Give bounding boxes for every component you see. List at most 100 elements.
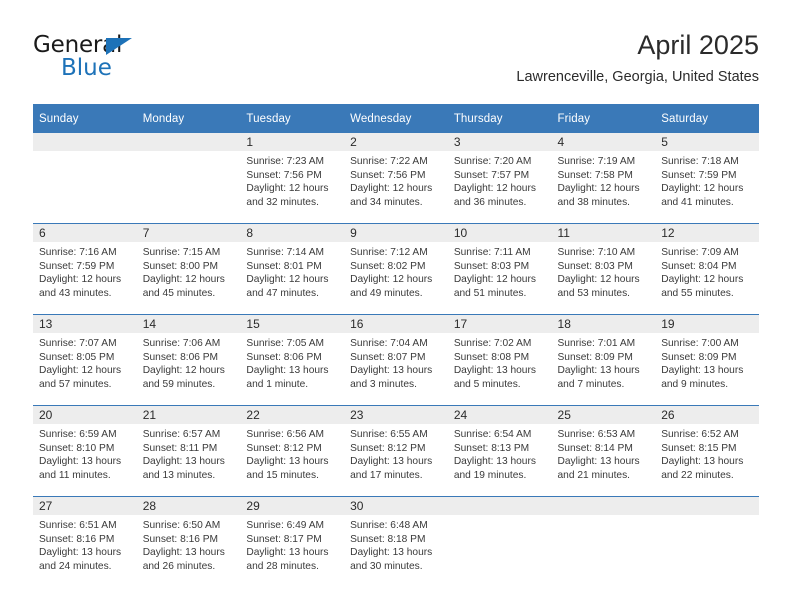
day-sun-info: Sunrise: 7:11 AM Sunset: 8:03 PM Daylight:… bbox=[448, 242, 552, 300]
page-subtitle: Lawrenceville, Georgia, United States bbox=[516, 69, 759, 85]
day-sun-info: Sunrise: 6:53 AM Sunset: 8:14 PM Daylight:… bbox=[552, 424, 656, 482]
sunrise-text: Sunrise: 6:56 AM bbox=[246, 429, 324, 440]
day-cell-inner: 12 Sunrise: 7:09 AM Sunset: 8:04 PM Dayligh… bbox=[655, 224, 759, 314]
calendar-day-cell[interactable]: 21 Sunrise: 6:57 AM Sunset: 8:11 PM Dayligh… bbox=[136, 405, 241, 497]
day-sun-info: Sunrise: 7:15 AM Sunset: 8:00 PM Daylight:… bbox=[137, 242, 241, 300]
logo-text-blue: Blue bbox=[61, 55, 112, 81]
day-sun-info: Sunrise: 7:02 AM Sunset: 8:08 PM Daylight:… bbox=[448, 333, 552, 391]
day-number: 8 bbox=[240, 224, 345, 242]
day-cell-inner: 20 Sunrise: 6:59 AM Sunset: 8:10 PM Dayligh… bbox=[33, 406, 137, 496]
daylight-text: Daylight: 12 hours and 38 minutes. bbox=[557, 183, 640, 208]
sunrise-text: Sunrise: 6:55 AM bbox=[350, 429, 428, 440]
day-number: 23 bbox=[344, 406, 448, 424]
page-header: General Blue April 2025 Lawrenceville, G… bbox=[33, 28, 759, 98]
calendar-day-cell[interactable]: 7 Sunrise: 7:15 AM Sunset: 8:00 PM Daylight… bbox=[136, 223, 241, 315]
day-number: 17 bbox=[447, 315, 552, 333]
calendar-day-cell[interactable]: 1 Sunrise: 7:23 AM Sunset: 7:56 PM Daylight… bbox=[240, 133, 345, 224]
day-number bbox=[551, 497, 656, 515]
calendar-day-cell[interactable]: 14 Sunrise: 7:06 AM Sunset: 8:06 PM Dayligh… bbox=[136, 314, 241, 406]
calendar-day-cell[interactable]: 18 Sunrise: 7:01 AM Sunset: 8:09 PM Dayligh… bbox=[551, 314, 656, 406]
day-sun-info: Sunrise: 6:51 AM Sunset: 8:16 PM Daylight:… bbox=[33, 515, 137, 573]
day-cell-inner bbox=[551, 497, 656, 587]
calendar-day-cell-empty bbox=[551, 496, 656, 587]
sunrise-text: Sunrise: 6:50 AM bbox=[142, 520, 221, 531]
day-number: 3 bbox=[447, 133, 552, 151]
calendar-day-cell[interactable]: 6 Sunrise: 7:16 AM Sunset: 7:59 PM Daylight… bbox=[33, 223, 137, 315]
sunrise-text: Sunrise: 6:54 AM bbox=[453, 429, 532, 440]
day-sun-info: Sunrise: 7:06 AM Sunset: 8:06 PM Daylight:… bbox=[137, 333, 241, 391]
calendar-day-cell[interactable]: 27 Sunrise: 6:51 AM Sunset: 8:16 PM Dayligh… bbox=[33, 496, 137, 587]
sunrise-text: Sunrise: 7:23 AM bbox=[246, 156, 324, 167]
day-sun-info: Sunrise: 7:04 AM Sunset: 8:07 PM Daylight:… bbox=[344, 333, 448, 391]
day-number: 5 bbox=[655, 133, 759, 151]
calendar-day-cell[interactable]: 3 Sunrise: 7:20 AM Sunset: 7:57 PM Daylight… bbox=[447, 133, 552, 224]
calendar-day-cell[interactable]: 13 Sunrise: 7:07 AM Sunset: 8:05 PM Dayligh… bbox=[33, 314, 137, 406]
calendar-day-cell[interactable]: 5 Sunrise: 7:18 AM Sunset: 7:59 PM Daylight… bbox=[655, 133, 759, 224]
day-sun-info: Sunrise: 7:20 AM Sunset: 7:57 PM Daylight:… bbox=[448, 151, 552, 209]
daylight-text: Daylight: 13 hours and 21 minutes. bbox=[557, 456, 640, 481]
calendar-day-cell[interactable]: 17 Sunrise: 7:02 AM Sunset: 8:08 PM Dayligh… bbox=[447, 314, 552, 406]
daylight-text: Daylight: 13 hours and 19 minutes. bbox=[453, 456, 536, 481]
page-title: April 2025 bbox=[637, 30, 759, 60]
calendar-day-cell[interactable]: 4 Sunrise: 7:19 AM Sunset: 7:58 PM Daylight… bbox=[551, 133, 656, 224]
calendar-day-cell[interactable]: 2 Sunrise: 7:22 AM Sunset: 7:56 PM Daylight… bbox=[344, 133, 448, 224]
sunrise-text: Sunrise: 7:15 AM bbox=[142, 247, 221, 258]
calendar-day-cell-empty bbox=[33, 133, 137, 224]
weekday-header-friday: Friday bbox=[551, 104, 656, 133]
calendar-day-cell[interactable]: 28 Sunrise: 6:50 AM Sunset: 8:16 PM Dayligh… bbox=[136, 496, 241, 587]
calendar-day-cell[interactable]: 20 Sunrise: 6:59 AM Sunset: 8:10 PM Dayligh… bbox=[33, 405, 137, 497]
day-sun-info: Sunrise: 6:52 AM Sunset: 8:15 PM Daylight:… bbox=[655, 424, 759, 482]
calendar-day-cell[interactable]: 16 Sunrise: 7:04 AM Sunset: 8:07 PM Dayligh… bbox=[344, 314, 448, 406]
calendar-day-cell[interactable]: 25 Sunrise: 6:53 AM Sunset: 8:14 PM Dayligh… bbox=[551, 405, 656, 497]
calendar-day-cell[interactable]: 10 Sunrise: 7:11 AM Sunset: 8:03 PM Dayligh… bbox=[447, 223, 552, 315]
calendar-day-cell[interactable]: 29 Sunrise: 6:49 AM Sunset: 8:17 PM Dayligh… bbox=[240, 496, 345, 587]
sunset-text: Sunset: 8:17 PM bbox=[246, 533, 322, 545]
day-sun-info: Sunrise: 6:48 AM Sunset: 8:18 PM Daylight:… bbox=[344, 515, 448, 573]
sunset-text: Sunset: 8:12 PM bbox=[246, 442, 322, 454]
day-cell-inner: 7 Sunrise: 7:15 AM Sunset: 8:00 PM Daylight… bbox=[136, 224, 241, 314]
sunset-text: Sunset: 8:03 PM bbox=[557, 260, 633, 272]
sunrise-text: Sunrise: 7:05 AM bbox=[246, 338, 324, 349]
daylight-text: Daylight: 13 hours and 9 minutes. bbox=[661, 365, 744, 390]
calendar-day-cell[interactable]: 22 Sunrise: 6:56 AM Sunset: 8:12 PM Dayligh… bbox=[240, 405, 345, 497]
calendar-day-cell[interactable]: 15 Sunrise: 7:05 AM Sunset: 8:06 PM Dayligh… bbox=[240, 314, 345, 406]
daylight-text: Daylight: 12 hours and 55 minutes. bbox=[661, 274, 744, 299]
sunset-text: Sunset: 8:15 PM bbox=[661, 442, 737, 454]
logo-triangle-icon bbox=[106, 38, 132, 55]
calendar-day-cell[interactable]: 8 Sunrise: 7:14 AM Sunset: 8:01 PM Daylight… bbox=[240, 223, 345, 315]
weekday-header-tuesday: Tuesday bbox=[240, 104, 345, 133]
sunrise-text: Sunrise: 6:57 AM bbox=[142, 429, 221, 440]
day-sun-info: Sunrise: 7:23 AM Sunset: 7:56 PM Daylight:… bbox=[240, 151, 344, 209]
sunset-text: Sunset: 8:05 PM bbox=[39, 351, 115, 363]
day-cell-inner: 5 Sunrise: 7:18 AM Sunset: 7:59 PM Daylight… bbox=[655, 133, 759, 223]
calendar-day-cell[interactable]: 24 Sunrise: 6:54 AM Sunset: 8:13 PM Dayligh… bbox=[447, 405, 552, 497]
calendar-week-row: 6 Sunrise: 7:16 AM Sunset: 7:59 PM Daylight… bbox=[33, 223, 759, 315]
sunrise-text: Sunrise: 7:12 AM bbox=[350, 247, 428, 258]
calendar-day-cell[interactable]: 19 Sunrise: 7:00 AM Sunset: 8:09 PM Dayligh… bbox=[655, 314, 759, 406]
calendar-day-cell[interactable]: 26 Sunrise: 6:52 AM Sunset: 8:15 PM Dayligh… bbox=[655, 405, 759, 497]
calendar-day-cell[interactable]: 11 Sunrise: 7:10 AM Sunset: 8:03 PM Dayligh… bbox=[551, 223, 656, 315]
sunset-text: Sunset: 8:09 PM bbox=[661, 351, 737, 363]
day-sun-info: Sunrise: 6:59 AM Sunset: 8:10 PM Daylight:… bbox=[33, 424, 137, 482]
daylight-text: Daylight: 12 hours and 32 minutes. bbox=[246, 183, 329, 208]
day-sun-info: Sunrise: 7:05 AM Sunset: 8:06 PM Daylight:… bbox=[240, 333, 344, 391]
sunrise-text: Sunrise: 7:09 AM bbox=[661, 247, 739, 258]
day-number: 2 bbox=[344, 133, 448, 151]
day-cell-inner: 3 Sunrise: 7:20 AM Sunset: 7:57 PM Daylight… bbox=[447, 133, 552, 223]
calendar-day-cell[interactable]: 12 Sunrise: 7:09 AM Sunset: 8:04 PM Dayligh… bbox=[655, 223, 759, 315]
day-number: 9 bbox=[344, 224, 448, 242]
sunset-text: Sunset: 8:18 PM bbox=[350, 533, 426, 545]
day-number: 28 bbox=[136, 497, 241, 515]
daylight-text: Daylight: 12 hours and 41 minutes. bbox=[661, 183, 744, 208]
sunset-text: Sunset: 8:02 PM bbox=[350, 260, 426, 272]
calendar-day-cell[interactable]: 23 Sunrise: 6:55 AM Sunset: 8:12 PM Dayligh… bbox=[344, 405, 448, 497]
day-number: 30 bbox=[344, 497, 448, 515]
calendar-day-cell[interactable]: 30 Sunrise: 6:48 AM Sunset: 8:18 PM Dayligh… bbox=[344, 496, 448, 587]
calendar-week-row: 13 Sunrise: 7:07 AM Sunset: 8:05 PM Dayligh… bbox=[33, 314, 759, 406]
day-cell-inner: 11 Sunrise: 7:10 AM Sunset: 8:03 PM Dayligh… bbox=[551, 224, 656, 314]
calendar-day-cell[interactable]: 9 Sunrise: 7:12 AM Sunset: 8:02 PM Daylight… bbox=[344, 223, 448, 315]
day-sun-info: Sunrise: 6:55 AM Sunset: 8:12 PM Daylight:… bbox=[344, 424, 448, 482]
weekday-header-monday: Monday bbox=[136, 104, 241, 133]
sunset-text: Sunset: 8:00 PM bbox=[142, 260, 219, 272]
day-number: 24 bbox=[447, 406, 552, 424]
